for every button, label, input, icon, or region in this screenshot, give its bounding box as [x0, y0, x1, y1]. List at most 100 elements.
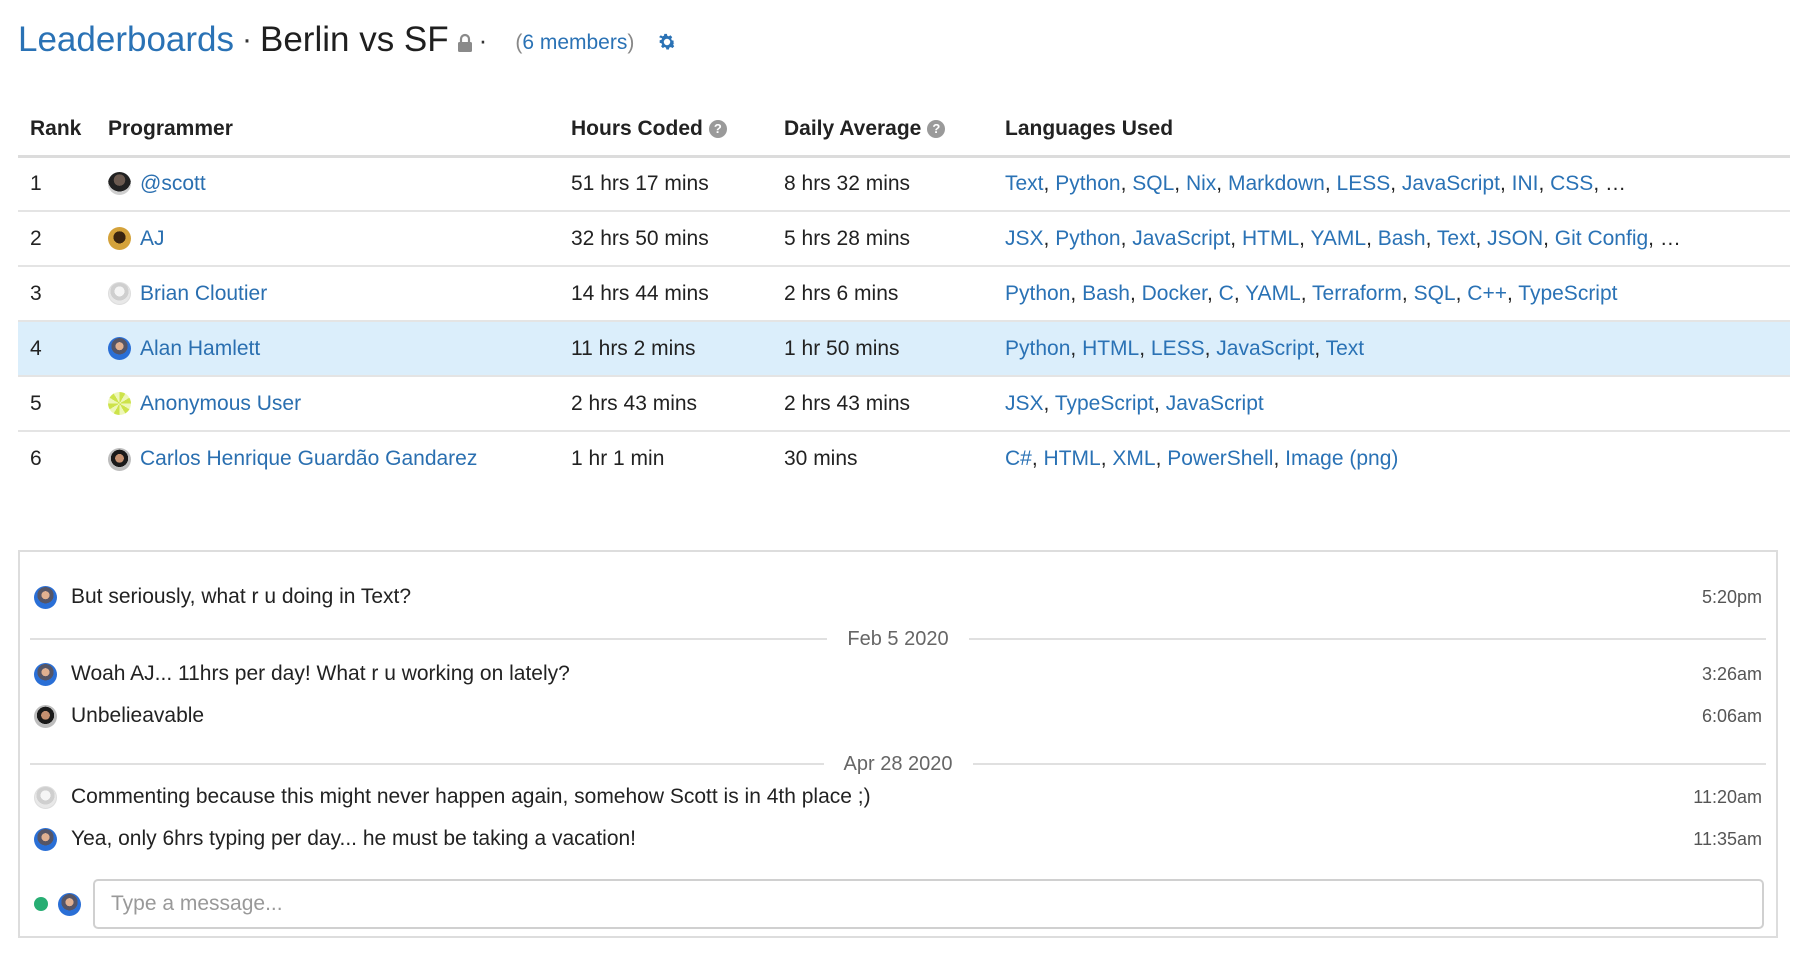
avatar-aj[interactable] [108, 227, 131, 250]
table-row: 6 Carlos Henrique Guardão Gandarez 1 hr 1 … [18, 431, 1790, 486]
hours-coded-cell: 32 hrs 50 mins [571, 211, 784, 267]
date-divider: Feb 5 2020 [30, 627, 1767, 651]
programmer-link[interactable]: Carlos Henrique Guardão Gandarez [140, 447, 477, 471]
avatar-scott[interactable] [108, 172, 131, 196]
language-link[interactable]: Text [1437, 227, 1476, 250]
language-link[interactable]: SQL [1414, 282, 1456, 305]
chat-message: Commenting because this might never happ… [34, 782, 1762, 812]
breadcrumb-leaderboards-link[interactable]: Leaderboards [18, 20, 234, 60]
rank-cell: 3 [18, 266, 108, 322]
language-separator: , [1648, 226, 1660, 250]
rank-cell: 2 [18, 211, 108, 267]
language-link[interactable]: INI [1512, 172, 1539, 195]
language-link[interactable]: Python [1005, 337, 1070, 360]
language-link[interactable]: Bash [1082, 282, 1130, 305]
language-link[interactable]: SQL [1132, 172, 1174, 195]
date-label: Feb 5 2020 [847, 627, 949, 650]
programmer-link[interactable]: Anonymous User [140, 392, 301, 416]
language-link[interactable]: Docker [1142, 282, 1207, 305]
avatar-alan[interactable] [34, 662, 57, 686]
language-link[interactable]: C++ [1467, 282, 1507, 305]
members-link[interactable]: 6 members [522, 31, 627, 54]
language-link[interactable]: HTML [1242, 227, 1299, 250]
avatar-alan[interactable] [34, 827, 57, 851]
language-link[interactable]: Git Config [1555, 227, 1648, 250]
language-link[interactable]: C# [1005, 447, 1032, 470]
language-link[interactable]: LESS [1337, 172, 1391, 195]
language-separator: , [1538, 171, 1551, 195]
language-link[interactable]: YAML [1310, 227, 1366, 250]
avatar-carlos[interactable] [108, 447, 131, 471]
gear-icon[interactable] [656, 31, 678, 53]
more-languages[interactable]: … [1660, 227, 1681, 250]
chat-message: Woah AJ... 11hrs per day! What r u worki… [34, 659, 1762, 689]
language-link[interactable]: PowerShell [1167, 447, 1273, 470]
message-text: But seriously, what r u doing in Text? [71, 585, 412, 608]
language-link[interactable]: JavaScript [1166, 392, 1264, 415]
column-header-programmer[interactable]: Programmer [108, 104, 571, 158]
language-link[interactable]: HTML [1044, 447, 1101, 470]
programmer-link[interactable]: Brian Cloutier [140, 282, 267, 306]
programmer-link[interactable]: AJ [140, 227, 165, 251]
message-text: Woah AJ... 11hrs per day! What r u worki… [71, 662, 570, 685]
avatar-anon[interactable] [108, 392, 131, 415]
language-separator: , [1366, 226, 1378, 250]
language-link[interactable]: XML [1112, 447, 1155, 470]
language-separator: , [1475, 226, 1488, 250]
message-text: Commenting because this might never happ… [71, 785, 871, 808]
language-link[interactable]: Text [1326, 337, 1365, 360]
hours-coded-cell: 2 hrs 43 mins [571, 376, 784, 432]
column-header-hours-label: Hours Coded [571, 117, 703, 141]
table-row: 3 Brian Cloutier 14 hrs 44 mins 2 hrs 6 min… [18, 266, 1790, 322]
column-header-daily-average[interactable]: Daily Average? [784, 104, 1005, 158]
language-separator: , [1139, 336, 1151, 360]
language-link[interactable]: TypeScript [1518, 282, 1617, 305]
title-separator: · [478, 24, 488, 55]
languages-cell: Text, Python, SQL, Nix, Markdown, LESS, … [1005, 156, 1790, 212]
language-link[interactable]: Image (png) [1285, 447, 1398, 470]
language-separator: , [1455, 281, 1468, 305]
message-text: Unbelieavable [71, 704, 205, 727]
rank-cell: 5 [18, 376, 108, 432]
language-link[interactable]: JavaScript [1402, 172, 1500, 195]
language-link[interactable]: JSON [1487, 227, 1543, 250]
message-time: 11:35am [1693, 828, 1762, 849]
daily-average-cell: 5 hrs 28 mins [784, 211, 1005, 267]
avatar-brian[interactable] [108, 282, 131, 305]
programmer-link[interactable]: Alan Hamlett [140, 337, 260, 361]
language-link[interactable]: Nix [1186, 172, 1216, 195]
language-separator: , [1120, 171, 1133, 195]
language-link[interactable]: Python [1055, 227, 1120, 250]
language-separator: , [1499, 171, 1512, 195]
message-input[interactable] [93, 879, 1764, 929]
language-link[interactable]: YAML [1245, 282, 1301, 305]
language-link[interactable]: Text [1005, 172, 1044, 195]
avatar-brian[interactable] [34, 785, 57, 809]
more-languages[interactable]: … [1605, 172, 1626, 195]
language-link[interactable]: JavaScript [1132, 227, 1230, 250]
language-link[interactable]: JSX [1005, 392, 1044, 415]
language-link[interactable]: JavaScript [1216, 337, 1314, 360]
language-link[interactable]: JSX [1005, 227, 1044, 250]
language-link[interactable]: CSS [1550, 172, 1593, 195]
avatar-carlos[interactable] [34, 704, 57, 728]
languages-cell: JSX, TypeScript, JavaScript [1005, 376, 1790, 432]
language-link[interactable]: LESS [1151, 337, 1205, 360]
language-link[interactable]: Python [1055, 172, 1120, 195]
language-link[interactable]: C [1219, 282, 1234, 305]
language-link[interactable]: Python [1005, 282, 1070, 305]
help-icon[interactable]: ? [927, 120, 946, 139]
language-link[interactable]: TypeScript [1055, 392, 1154, 415]
programmer-link[interactable]: @scott [140, 172, 206, 196]
column-header-rank[interactable]: Rank [18, 104, 108, 158]
avatar-alan[interactable] [108, 337, 131, 360]
language-link[interactable]: Bash [1378, 227, 1426, 250]
language-link[interactable]: Terraform [1312, 282, 1402, 305]
column-header-hours-coded[interactable]: Hours Coded? [571, 104, 784, 158]
language-link[interactable]: HTML [1082, 337, 1139, 360]
avatar-alan[interactable] [34, 585, 57, 609]
table-header-row: Rank Programmer Hours Coded? Daily Avera… [18, 104, 1790, 158]
help-icon[interactable]: ? [708, 120, 727, 139]
language-separator: , [1043, 391, 1055, 415]
language-link[interactable]: Markdown [1228, 172, 1325, 195]
